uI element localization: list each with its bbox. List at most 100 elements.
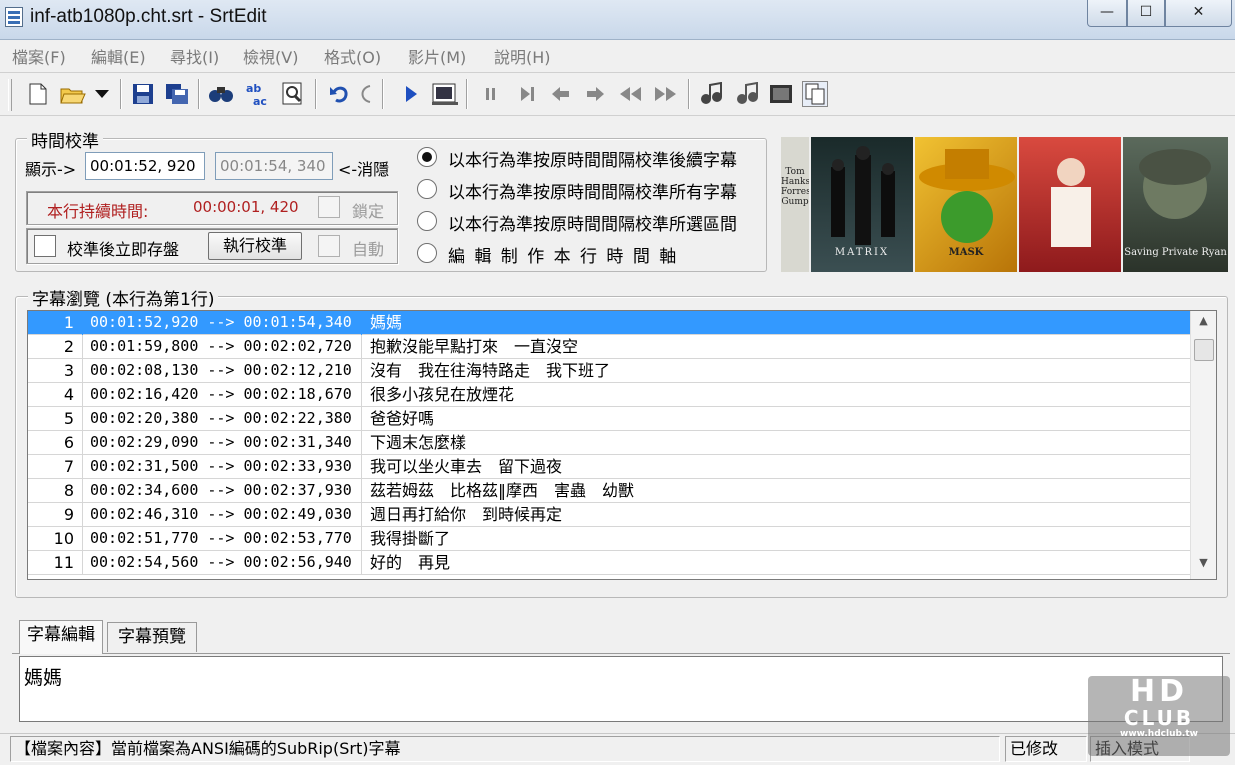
- toolbar-separator: [382, 79, 384, 109]
- row-end-time: 00:02:22,380: [243, 409, 352, 427]
- find-icon[interactable]: [208, 81, 234, 107]
- menu-view[interactable]: 檢視(V): [243, 44, 298, 68]
- radio-calibrate-all-label: 以本行為準按原時間間隔校準所有字幕: [448, 183, 737, 203]
- subtitle-row-partial[interactable]: [28, 575, 1190, 579]
- row-start-time: 00:02:08,130: [90, 361, 199, 379]
- new-file-icon[interactable]: [25, 81, 51, 107]
- film-icon[interactable]: [768, 81, 794, 107]
- mark-end-icon[interactable]: [734, 81, 760, 107]
- row-number: 8: [28, 479, 83, 503]
- watermark-logo: HD CLUB www.hdclub.tw: [1088, 676, 1230, 756]
- row-timecode: 00:02:29,090 --> 00:02:31,340: [90, 431, 352, 454]
- save-all-icon[interactable]: [164, 81, 190, 107]
- subtitle-row[interactable]: 5 00:02:20,380 --> 00:02:22,380 爸爸好嗎: [28, 407, 1190, 431]
- dropdown-arrow-icon[interactable]: [92, 81, 112, 107]
- subtitle-row[interactable]: 11 00:02:54,560 --> 00:02:56,940 好的 再見: [28, 551, 1190, 575]
- prev-icon[interactable]: [548, 81, 574, 107]
- row-timecode: 00:02:31,500 --> 00:02:33,930: [90, 455, 352, 478]
- save-after-checkbox[interactable]: [34, 235, 56, 257]
- subtitle-browse-legend: 字幕瀏覽 (本行為第1行): [28, 285, 219, 310]
- subtitle-row[interactable]: 2 00:01:59,800 --> 00:02:02,720 抱歉沒能早點打來 一直沒…: [28, 335, 1190, 359]
- menu-bar: 檔案(F) 編輯(E) 尋找(I) 檢視(V) 格式(O) 影片(M) 說明(H…: [0, 42, 1235, 68]
- start-time-field[interactable]: 00:01:52, 920: [85, 152, 205, 180]
- menu-file[interactable]: 檔案(F): [12, 44, 66, 68]
- window-title: inf-atb1080p.cht.srt - SrtEdit: [30, 6, 267, 27]
- execute-calibration-button[interactable]: 執行校準: [208, 232, 302, 260]
- scroll-thumb[interactable]: [1194, 339, 1214, 361]
- row-text: 爸爸好嗎: [361, 407, 434, 431]
- row-start-time: 00:02:51,770: [90, 529, 199, 547]
- row-start-time: 00:02:34,600: [90, 481, 199, 499]
- duration-value: 00:00:01, 420: [193, 198, 299, 216]
- radio-calibrate-selection[interactable]: [417, 211, 437, 231]
- subtitle-row[interactable]: 7 00:02:31,500 --> 00:02:33,930 我可以坐火車去 留下過夜: [28, 455, 1190, 479]
- row-start-time: 00:02:16,420: [90, 385, 199, 403]
- subtitle-row[interactable]: 10 00:02:51,770 --> 00:02:53,770 我得掛斷了: [28, 527, 1190, 551]
- auto-checkbox[interactable]: [318, 235, 340, 257]
- subtitle-row[interactable]: 8 00:02:34,600 --> 00:02:37,930 茲若姆茲 比格茲‖摩西 …: [28, 479, 1190, 503]
- save-icon[interactable]: [130, 81, 156, 107]
- play-icon[interactable]: [398, 81, 424, 107]
- menu-video[interactable]: 影片(M): [408, 44, 466, 68]
- fast-forward-icon[interactable]: [652, 81, 678, 107]
- redo-icon[interactable]: [356, 81, 374, 107]
- scroll-up-arrow-icon[interactable]: ▲: [1191, 314, 1216, 334]
- lock-checkbox[interactable]: [318, 196, 340, 218]
- pause-icon[interactable]: [478, 81, 504, 107]
- rewind-icon[interactable]: [618, 81, 644, 107]
- step-forward-icon[interactable]: [514, 81, 540, 107]
- maximize-button[interactable]: ☐: [1127, 0, 1165, 27]
- menu-edit[interactable]: 編輯(E): [91, 44, 146, 68]
- row-number: 11: [28, 551, 83, 575]
- calibration-legend: 時間校準: [27, 127, 103, 152]
- radio-calibrate-all[interactable]: [417, 179, 437, 199]
- subtitle-row[interactable]: 9 00:02:46,310 --> 00:02:49,030 週日再打給你 到時候再定: [28, 503, 1190, 527]
- lock-label: 鎖定: [352, 202, 385, 221]
- row-arrow: -->: [207, 457, 235, 475]
- tab-divider: [12, 653, 1230, 654]
- tab-subtitle-preview[interactable]: 字幕預覽: [107, 622, 197, 652]
- row-timecode: 00:01:52,920 --> 00:01:54,340: [90, 311, 352, 334]
- poster-red: [1019, 137, 1123, 272]
- subtitle-row[interactable]: 4 00:02:16,420 --> 00:02:18,670 很多小孩兒在放煙花: [28, 383, 1190, 407]
- subtitle-row[interactable]: 1 00:01:52,920 --> 00:01:54,340 媽媽: [28, 311, 1190, 335]
- duration-label: 本行持續時間:: [47, 202, 149, 221]
- display-label: 顯示->: [25, 160, 77, 179]
- hide-label: <-消隱: [338, 160, 390, 179]
- toolbar-grip[interactable]: [8, 79, 12, 111]
- menu-help[interactable]: 說明(H): [494, 44, 551, 68]
- tab-subtitle-edit[interactable]: 字幕編輯: [19, 620, 103, 654]
- vertical-scrollbar[interactable]: ▲ ▼: [1190, 311, 1216, 579]
- app-icon[interactable]: [5, 7, 23, 27]
- row-timecode: 00:02:51,770 --> 00:02:53,770: [90, 527, 352, 550]
- subtitle-row[interactable]: 3 00:02:08,130 --> 00:02:12,210 沒有 我在往海特路走 我…: [28, 359, 1190, 383]
- replace-icon[interactable]: ab ac: [244, 81, 270, 107]
- next-icon[interactable]: [582, 81, 608, 107]
- video-frame-icon[interactable]: [432, 81, 458, 107]
- minimize-button[interactable]: —: [1087, 0, 1127, 27]
- row-arrow: -->: [207, 361, 235, 379]
- undo-icon[interactable]: [326, 81, 352, 107]
- open-folder-icon[interactable]: [60, 81, 86, 107]
- preview-icon[interactable]: [280, 81, 306, 107]
- row-end-time: 00:02:37,930: [243, 481, 352, 499]
- subtitle-row[interactable]: 6 00:02:29,090 --> 00:02:31,340 下週末怎麼樣: [28, 431, 1190, 455]
- row-text: 抱歉沒能早點打來 一直沒空: [361, 335, 578, 359]
- row-timecode: 00:02:20,380 --> 00:02:22,380: [90, 407, 352, 430]
- row-end-time: 00:02:02,720: [243, 337, 352, 355]
- save-after-label: 校準後立即存盤: [67, 240, 180, 259]
- menu-format[interactable]: 格式(O): [324, 44, 381, 68]
- scroll-down-arrow-icon[interactable]: ▼: [1191, 556, 1216, 576]
- subtitle-list[interactable]: ▲ ▼ 1 00:01:52,920 --> 00:01:54,340 媽媽 2 00:01…: [27, 310, 1217, 580]
- copy-icon[interactable]: [802, 81, 828, 107]
- radio-calibrate-following[interactable]: [417, 147, 437, 167]
- radio-edit-timeline[interactable]: [417, 243, 437, 263]
- row-end-time: 00:02:18,670: [243, 385, 352, 403]
- end-time-field[interactable]: 00:01:54, 340: [215, 152, 333, 180]
- toolbar: ab ac: [0, 72, 1235, 116]
- subtitle-editor[interactable]: 媽媽: [19, 656, 1223, 722]
- row-text: 好的 再見: [361, 551, 450, 575]
- menu-find[interactable]: 尋找(I): [170, 44, 219, 68]
- close-button[interactable]: ✕: [1165, 0, 1232, 27]
- mark-start-icon[interactable]: [698, 81, 724, 107]
